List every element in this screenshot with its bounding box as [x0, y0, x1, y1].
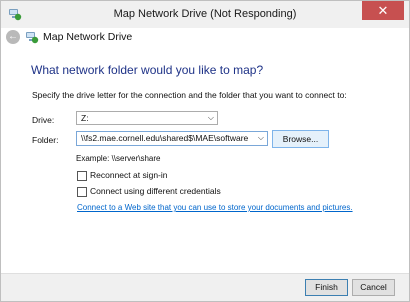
- chevron-down-icon[interactable]: ⌵: [258, 133, 264, 143]
- folder-value: \\fs2.mae.cornell.edu\shared$\MAE\softwa…: [81, 133, 249, 143]
- chevron-down-icon[interactable]: ⌵: [208, 113, 214, 123]
- footer-bar: Finish Cancel: [1, 273, 409, 301]
- finish-button[interactable]: Finish: [305, 279, 348, 296]
- instructions-text: Specify the drive letter for the connect…: [32, 90, 347, 100]
- back-arrow-icon: ←: [8, 31, 18, 42]
- window-title: Map Network Drive (Not Responding): [113, 8, 297, 20]
- credentials-label[interactable]: Connect using different credentials: [90, 186, 221, 196]
- example-text: Example: \\server\share: [76, 154, 161, 163]
- drive-select[interactable]: Z: ⌵: [76, 111, 218, 125]
- folder-combobox[interactable]: \\fs2.mae.cornell.edu\shared$\MAE\softwa…: [76, 131, 268, 146]
- credentials-checkbox[interactable]: [77, 187, 87, 197]
- reconnect-label[interactable]: Reconnect at sign-in: [90, 170, 168, 180]
- nav-bar: ← Map Network Drive: [1, 28, 409, 46]
- title-bar[interactable]: Map Network Drive (Not Responding) ✕: [1, 1, 409, 28]
- reconnect-checkbox[interactable]: [77, 171, 87, 181]
- back-button[interactable]: ←: [6, 30, 20, 44]
- close-icon: ✕: [377, 3, 389, 18]
- drive-value: Z:: [81, 113, 89, 123]
- folder-label: Folder:: [32, 135, 59, 145]
- wizard-title: Map Network Drive: [43, 31, 133, 43]
- page-heading: What network folder would you like to ma…: [31, 63, 264, 77]
- drive-label: Drive:: [32, 115, 55, 125]
- cancel-button[interactable]: Cancel: [352, 279, 395, 296]
- network-drive-icon: [26, 32, 39, 44]
- browse-button[interactable]: Browse...: [272, 130, 329, 148]
- map-network-drive-window: Map Network Drive (Not Responding) ✕ ← M…: [0, 0, 410, 302]
- close-button[interactable]: ✕: [362, 1, 404, 20]
- web-site-link[interactable]: Connect to a Web site that you can use t…: [77, 203, 353, 212]
